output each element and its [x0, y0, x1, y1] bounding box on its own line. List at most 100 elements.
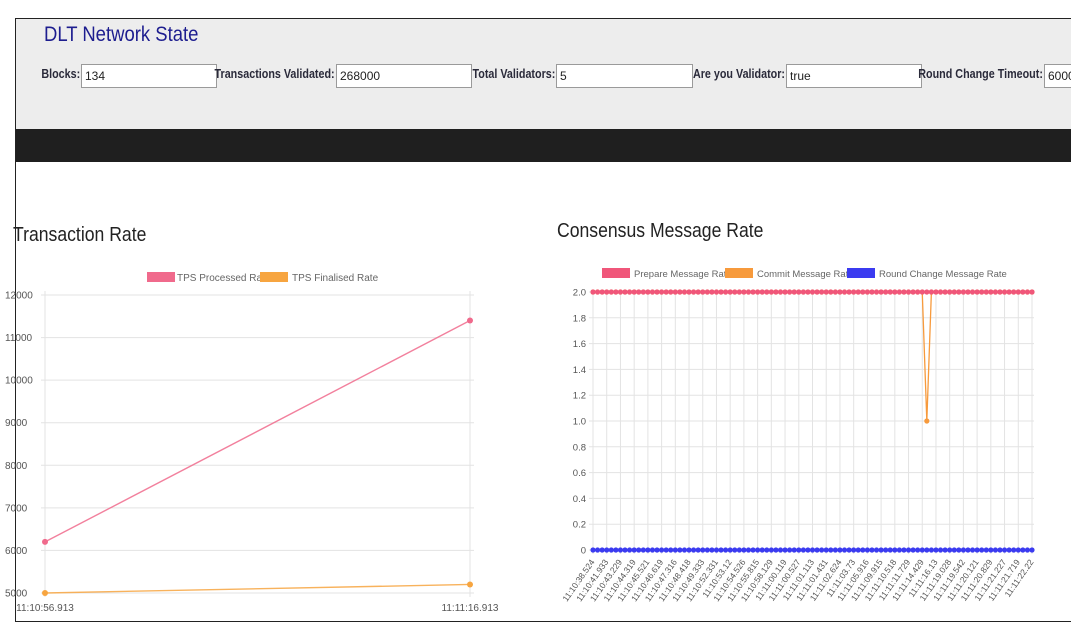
data-point — [759, 547, 765, 553]
data-point — [910, 547, 916, 553]
data-point — [604, 289, 610, 295]
data-point — [1020, 547, 1026, 553]
round-change-timeout-field[interactable] — [1044, 64, 1071, 88]
data-point — [823, 547, 829, 553]
data-point — [1011, 547, 1017, 553]
total-validators-field[interactable] — [556, 64, 693, 88]
data-point — [974, 289, 980, 295]
transactions-validated-label: Transactions Validated: — [214, 67, 335, 81]
data-point — [892, 547, 898, 553]
data-point — [869, 289, 875, 295]
data-point — [992, 289, 999, 295]
y-tick-label: 1.2 — [573, 391, 586, 402]
are-you-validator-field[interactable] — [786, 64, 922, 88]
data-point — [1015, 289, 1021, 295]
data-point — [864, 547, 870, 553]
data-point — [608, 547, 614, 553]
data-point — [764, 289, 770, 295]
data-point — [960, 547, 967, 553]
legend-label: Commit Message Rate — [757, 269, 854, 280]
data-point — [787, 289, 793, 295]
data-point — [668, 289, 674, 295]
consensus-message-rate-title: Consensus Message Rate — [557, 220, 764, 242]
data-point — [933, 547, 939, 553]
data-point — [915, 547, 921, 553]
data-point — [791, 547, 797, 553]
data-point — [846, 289, 852, 295]
data-point — [951, 289, 957, 295]
data-point — [828, 547, 834, 553]
data-point — [681, 289, 688, 295]
data-point — [736, 289, 742, 295]
transactions-validated-field[interactable] — [336, 64, 472, 88]
y-tick-label: 0 — [581, 546, 586, 557]
series-line — [44, 583, 471, 594]
blocks-field[interactable] — [81, 64, 217, 88]
y-tick-label: 7000 — [5, 503, 28, 514]
data-point — [837, 289, 843, 295]
data-point — [1020, 289, 1026, 295]
data-point — [915, 289, 921, 295]
data-point — [626, 289, 633, 295]
data-point — [636, 289, 642, 295]
data-point — [805, 289, 811, 295]
data-point — [718, 547, 724, 553]
data-point — [905, 289, 912, 295]
data-point — [992, 547, 999, 553]
data-point — [997, 289, 1003, 295]
data-point — [727, 547, 733, 553]
data-point — [919, 547, 925, 553]
data-point — [649, 547, 656, 553]
data-point — [937, 547, 944, 553]
data-point — [951, 547, 957, 553]
data-point — [869, 547, 875, 553]
data-point — [974, 547, 980, 553]
total-validators-label: Total Validators: — [472, 67, 555, 81]
data-point — [631, 289, 637, 295]
data-point — [709, 547, 715, 553]
data-point — [654, 289, 660, 295]
data-point — [947, 289, 953, 295]
data-point — [640, 547, 646, 553]
data-point — [782, 547, 788, 553]
data-point — [732, 289, 738, 295]
data-point — [677, 289, 683, 295]
data-point — [773, 547, 779, 553]
data-point — [1011, 289, 1017, 295]
data-point — [668, 547, 674, 553]
are-you-validator-label: Are you Validator: — [692, 67, 785, 81]
data-point — [979, 547, 985, 553]
data-point — [928, 289, 934, 295]
legend-label: TPS Processed Rate — [177, 273, 271, 284]
data-point — [613, 547, 619, 553]
data-point — [942, 289, 948, 295]
data-point — [695, 547, 701, 553]
data-point — [467, 581, 473, 588]
data-point — [691, 289, 697, 295]
y-tick-label: 1.0 — [573, 417, 586, 428]
data-point — [832, 289, 838, 295]
legend-label: Round Change Message Rate — [879, 269, 1007, 280]
data-point — [590, 547, 596, 553]
data-point — [832, 547, 838, 553]
data-point — [983, 547, 989, 553]
data-point — [1001, 547, 1008, 553]
data-point — [846, 547, 852, 553]
data-point — [814, 547, 820, 553]
data-point — [704, 289, 710, 295]
data-point — [969, 547, 976, 553]
data-point — [860, 289, 866, 295]
data-point — [622, 547, 628, 553]
legend-swatch — [602, 268, 630, 278]
data-point — [851, 289, 857, 295]
data-point — [691, 547, 697, 553]
data-point — [887, 547, 893, 553]
data-point — [599, 547, 605, 553]
data-point — [787, 547, 793, 553]
data-point — [773, 289, 779, 295]
data-point — [855, 289, 861, 295]
y-tick-label: 0.4 — [573, 494, 586, 505]
data-point — [663, 289, 669, 295]
x-tick-label: 11:10:56.913 — [16, 603, 74, 614]
data-point — [1006, 547, 1012, 553]
